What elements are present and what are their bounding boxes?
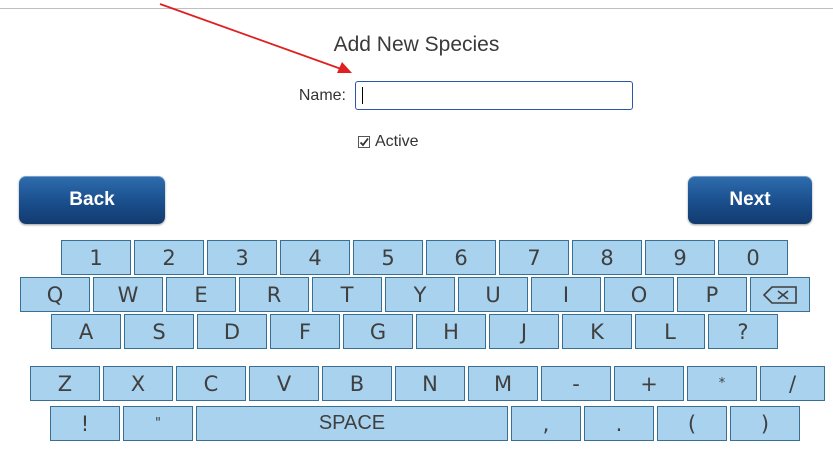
- key-n[interactable]: N: [395, 366, 465, 401]
- key-w[interactable]: W: [93, 277, 163, 312]
- key-i[interactable]: I: [531, 277, 601, 312]
- keyboard-row-symbols: ! " SPACE , . ( ): [50, 406, 800, 441]
- key-j[interactable]: J: [489, 314, 559, 349]
- key-0[interactable]: 0: [718, 240, 788, 275]
- key-u[interactable]: U: [458, 277, 528, 312]
- key-9[interactable]: 9: [645, 240, 715, 275]
- backspace-icon: [763, 285, 797, 304]
- keyboard-row-numbers: 1 2 3 4 5 6 7 8 9 0: [61, 240, 791, 275]
- key-v[interactable]: V: [249, 366, 319, 401]
- backspace-key[interactable]: [750, 277, 810, 312]
- key-slash[interactable]: /: [760, 366, 825, 401]
- key-m[interactable]: M: [468, 366, 538, 401]
- key-3[interactable]: 3: [207, 240, 277, 275]
- key-open-paren[interactable]: (: [657, 406, 727, 441]
- space-key[interactable]: SPACE: [196, 406, 508, 441]
- keyboard-row-qwerty: Q W E R T Y U I O P: [20, 277, 813, 312]
- key-h[interactable]: H: [416, 314, 486, 349]
- key-x[interactable]: X: [103, 366, 173, 401]
- key-f[interactable]: F: [270, 314, 340, 349]
- checkmark-icon: [358, 136, 370, 148]
- key-question[interactable]: ?: [708, 314, 778, 349]
- key-b[interactable]: B: [322, 366, 392, 401]
- active-checkbox[interactable]: Active: [358, 133, 419, 151]
- keyboard-row-asdf: A S D F G H J K L ?: [51, 314, 781, 349]
- keyboard-row-zxcv: Z X C V B N M - + * /: [30, 366, 825, 401]
- key-y[interactable]: Y: [385, 277, 455, 312]
- next-button[interactable]: Next: [688, 176, 812, 224]
- key-6[interactable]: 6: [426, 240, 496, 275]
- key-8[interactable]: 8: [572, 240, 642, 275]
- key-1[interactable]: 1: [61, 240, 131, 275]
- page-title: Add New Species: [333, 33, 500, 56]
- key-l[interactable]: L: [635, 314, 705, 349]
- key-r[interactable]: R: [239, 277, 309, 312]
- key-g[interactable]: G: [343, 314, 413, 349]
- back-button[interactable]: Back: [19, 176, 165, 224]
- key-k[interactable]: K: [562, 314, 632, 349]
- key-close-paren[interactable]: ): [730, 406, 800, 441]
- key-c[interactable]: C: [176, 366, 246, 401]
- key-exclamation[interactable]: !: [50, 406, 120, 441]
- key-a[interactable]: A: [51, 314, 121, 349]
- key-5[interactable]: 5: [353, 240, 423, 275]
- key-quote[interactable]: ": [123, 406, 193, 441]
- key-period[interactable]: .: [584, 406, 654, 441]
- key-minus[interactable]: -: [541, 366, 611, 401]
- key-p[interactable]: P: [677, 277, 747, 312]
- name-input[interactable]: [355, 81, 633, 110]
- key-4[interactable]: 4: [280, 240, 350, 275]
- key-d[interactable]: D: [197, 314, 267, 349]
- key-t[interactable]: T: [312, 277, 382, 312]
- key-plus[interactable]: +: [614, 366, 684, 401]
- active-label: Active: [375, 133, 419, 150]
- key-asterisk[interactable]: *: [687, 366, 757, 401]
- key-z[interactable]: Z: [30, 366, 100, 401]
- text-caret: [362, 87, 363, 104]
- key-comma[interactable]: ,: [511, 406, 581, 441]
- key-q[interactable]: Q: [20, 277, 90, 312]
- key-7[interactable]: 7: [499, 240, 569, 275]
- key-o[interactable]: O: [604, 277, 674, 312]
- key-s[interactable]: S: [124, 314, 194, 349]
- name-label: Name:: [298, 87, 346, 104]
- key-e[interactable]: E: [166, 277, 236, 312]
- key-2[interactable]: 2: [134, 240, 204, 275]
